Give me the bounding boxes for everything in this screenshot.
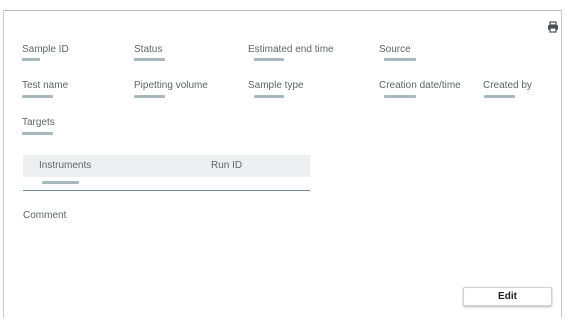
estimated-end-time-label: Estimated end time [248,44,334,55]
field-test-name: Test name [22,80,68,92]
field-source: Source [379,44,411,56]
field-targets: Targets [22,117,55,129]
field-status: Status [134,44,162,56]
sample-id-value-placeholder [22,58,40,61]
sample-type-label: Sample type [248,80,304,91]
sample-id-label: Sample ID [22,44,69,55]
test-name-label: Test name [22,80,69,91]
targets-value-placeholder [22,132,53,135]
field-pipetting-volume: Pipetting volume [134,80,208,92]
test-name-value-placeholder [22,95,53,98]
field-estimated-end-time: Estimated end time [248,44,334,56]
status-value-placeholder [134,58,165,61]
source-label: Source [379,44,411,55]
instruments-table-header: Instruments Run ID [23,155,310,177]
creation-date-time-value-placeholder [384,95,416,98]
estimated-end-time-value-placeholder [254,58,284,61]
printer-icon[interactable] [547,20,559,33]
status-label: Status [134,44,163,55]
field-sample-id: Sample ID [22,44,69,56]
pipetting-volume-value-placeholder [134,95,165,98]
created-by-value-placeholder [484,95,515,98]
field-created-by: Created by [483,80,532,92]
column-header-run-id[interactable]: Run ID [211,160,242,172]
field-sample-type: Sample type [248,80,304,92]
pipetting-volume-label: Pipetting volume [134,80,208,91]
edit-button[interactable]: Edit [463,287,552,306]
created-by-label: Created by [483,80,532,91]
source-value-placeholder [384,58,416,61]
table-divider [23,190,310,191]
instruments-table: Instruments Run ID [23,155,310,192]
column-header-instruments[interactable]: Instruments [39,160,91,172]
sample-type-value-placeholder [254,95,284,98]
targets-label: Targets [22,117,55,128]
comment-label: Comment [23,210,67,221]
field-creation-date-time: Creation date/time [379,80,461,92]
instrument-value-placeholder [42,181,79,184]
creation-date-time-label: Creation date/time [379,80,461,91]
